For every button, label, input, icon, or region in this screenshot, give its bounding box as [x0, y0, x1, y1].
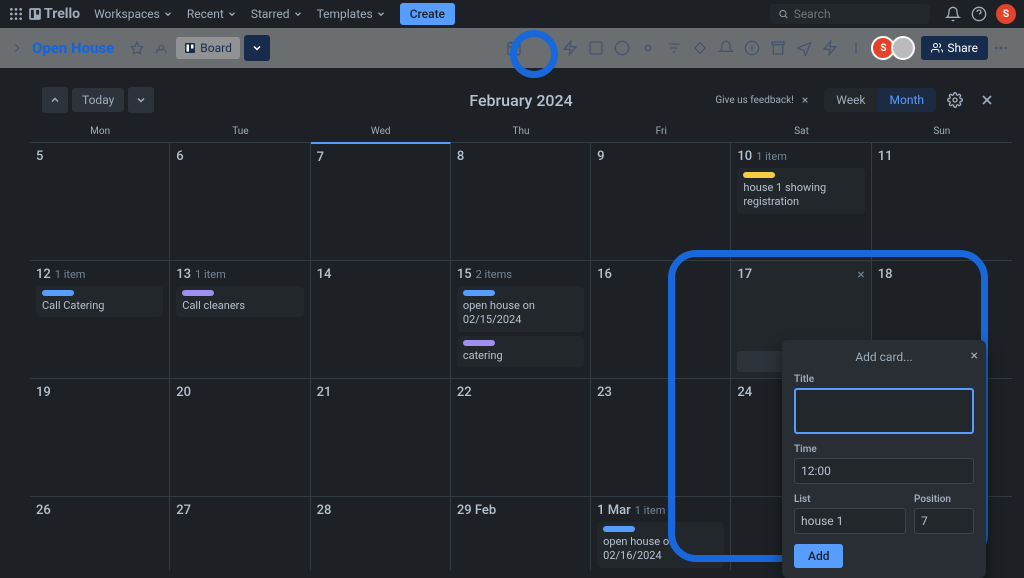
cal-cell-11[interactable]: 11 [872, 142, 1012, 260]
filter-icon[interactable] [666, 40, 682, 56]
cal-cell-20[interactable]: 20 [170, 378, 310, 496]
view-switch: Week Month [824, 88, 936, 112]
more-icon[interactable] [993, 40, 1009, 56]
title-input[interactable] [794, 388, 974, 434]
modal-title: Add card...× [794, 350, 974, 364]
close-panel-icon[interactable] [979, 92, 995, 108]
calendar-header: Today February 2024 Give us feedback! × … [30, 80, 1012, 120]
trello-logo[interactable]: Trello [28, 6, 80, 22]
cal-cell-6[interactable]: 6 [170, 142, 310, 260]
cell-close-icon[interactable]: × [857, 267, 864, 283]
cal-cell-26[interactable]: 26 [30, 496, 170, 570]
search-icon [778, 8, 789, 20]
apps-grid-icon[interactable] [8, 6, 24, 22]
star-icon[interactable] [130, 41, 144, 55]
cal-cell-16[interactable]: 16 [591, 260, 731, 378]
feedback-link[interactable]: Give us feedback! [715, 95, 794, 106]
modal-close-icon[interactable]: × [971, 348, 978, 364]
cal-cell-14[interactable]: 14 [311, 260, 451, 378]
archive-icon[interactable] [770, 40, 786, 56]
cal-prev-button[interactable] [42, 87, 68, 113]
time-label: Time [794, 444, 974, 455]
view-switcher-dropdown[interactable] [244, 35, 270, 61]
cal-cell-15[interactable]: 152 items open house on 02/15/2024 cater… [451, 260, 591, 378]
cal-cell-28[interactable]: 28 [311, 496, 451, 570]
automation-icon-1[interactable] [614, 40, 630, 56]
position-select[interactable]: 7 [914, 508, 974, 534]
title-label: Title [794, 374, 974, 385]
cal-cell-10[interactable]: 101 item house 1 showing registration [731, 142, 871, 260]
create-button[interactable]: Create [400, 3, 455, 25]
location-icon[interactable] [796, 40, 812, 56]
nav-workspaces[interactable]: Workspaces [94, 7, 173, 21]
automation-icon-2[interactable] [640, 40, 656, 56]
time-input[interactable] [794, 458, 974, 484]
cal-cell-1mar[interactable]: 1 Mar1 item open house on 02/16/2024 [591, 496, 731, 570]
add-button[interactable]: Add [794, 544, 843, 568]
cal-cell-19[interactable]: 19 [30, 378, 170, 496]
week-view-button[interactable]: Week [824, 88, 877, 112]
nav-recent[interactable]: Recent [187, 7, 237, 21]
cal-cell-22[interactable]: 22 [451, 378, 591, 496]
board-view-button[interactable]: Board [176, 37, 240, 59]
add-card-modal: Add card...× Title Time List house 1 Pos… [782, 340, 986, 578]
tag-icon[interactable] [692, 40, 708, 56]
cal-cell-9[interactable]: 9 [591, 142, 731, 260]
chevron-down-icon [251, 42, 263, 54]
expand-sidebar-icon[interactable] [10, 41, 24, 55]
list-select[interactable]: house 1 [794, 508, 906, 534]
feedback-close-icon[interactable]: × [802, 93, 808, 107]
cal-next-button[interactable] [128, 87, 154, 113]
day-labels: MonTueWedThuFriSatSun [30, 120, 1012, 142]
bolt-icon[interactable] [822, 40, 838, 56]
search-box[interactable] [770, 4, 930, 24]
list-label: List [794, 494, 906, 505]
board-members[interactable]: S [875, 36, 915, 60]
help-icon[interactable] [971, 6, 987, 22]
info-icon[interactable] [744, 40, 760, 56]
settings-icon[interactable] [947, 92, 963, 108]
cal-cell-23[interactable]: 23 [591, 378, 731, 496]
card-call-catering[interactable]: Call Catering [36, 286, 163, 317]
tutorial-highlight-ring [510, 30, 558, 78]
board-icon [184, 42, 196, 54]
cal-cell-29[interactable]: 29 Feb [451, 496, 591, 570]
card-catering[interactable]: catering [457, 336, 584, 367]
logo-text: Trello [44, 6, 80, 22]
card-call-cleaners[interactable]: Call cleaners [176, 286, 303, 317]
card-open-house-15[interactable]: open house on 02/15/2024 [457, 286, 584, 332]
cal-cell-27[interactable]: 27 [170, 496, 310, 570]
top-nav: Trello Workspaces Recent Starred Templat… [0, 0, 1024, 28]
card-house1-showing[interactable]: house 1 showing registration [737, 168, 864, 214]
nav-starred[interactable]: Starred [251, 7, 303, 21]
cal-cell-7[interactable]: 7 [311, 142, 451, 260]
bell-icon[interactable] [718, 40, 734, 56]
visibility-icon[interactable] [156, 41, 170, 55]
divider-icon [848, 40, 864, 56]
nav-templates[interactable]: Templates [317, 7, 386, 21]
month-view-button[interactable]: Month [878, 88, 936, 112]
list-icon[interactable] [588, 40, 604, 56]
member-avatar-2[interactable] [891, 36, 915, 60]
powerup-icon[interactable] [562, 40, 578, 56]
user-avatar[interactable]: S [996, 4, 1016, 24]
card-open-house-16[interactable]: open house on 02/16/2024 [597, 522, 724, 568]
share-icon [931, 42, 943, 54]
search-input[interactable] [794, 7, 922, 21]
share-button[interactable]: Share [921, 36, 988, 60]
cal-cell-5[interactable]: 5 [30, 142, 170, 260]
position-label: Position [914, 494, 974, 505]
cal-cell-12[interactable]: 121 item Call Catering [30, 260, 170, 378]
cal-cell-21[interactable]: 21 [311, 378, 451, 496]
cal-cell-8[interactable]: 8 [451, 142, 591, 260]
notification-icon[interactable] [945, 6, 961, 22]
board-title: Open House [32, 39, 114, 57]
cal-cell-13[interactable]: 131 item Call cleaners [170, 260, 310, 378]
today-button[interactable]: Today [72, 88, 124, 112]
